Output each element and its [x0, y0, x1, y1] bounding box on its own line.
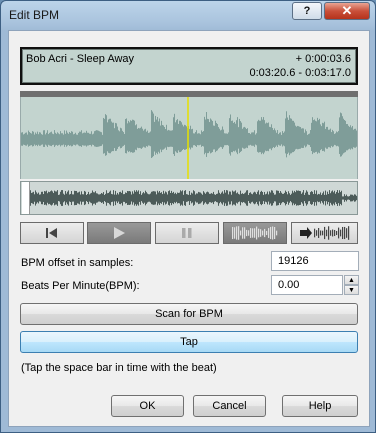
- overview-position-handle[interactable]: [22, 182, 30, 214]
- chevron-down-icon: ▼: [348, 286, 355, 294]
- waveform-graphic: [21, 97, 357, 179]
- edit-bpm-dialog: Edit BPM ? ✕ Bob Acri - Sleep Away + 0:0…: [0, 0, 376, 433]
- bpm-spin-up[interactable]: ▲: [344, 275, 359, 285]
- skip-back-icon: [46, 228, 57, 238]
- waveform-icon: [232, 226, 278, 240]
- help-title-button[interactable]: ?: [292, 2, 322, 20]
- tap-hint: (Tap the space bar in time with the beat…: [21, 362, 217, 374]
- bpm-offset-label: BPM offset in samples:: [21, 257, 134, 269]
- waveform-view[interactable]: [20, 97, 358, 179]
- tap-button[interactable]: Tap: [20, 331, 358, 353]
- dialog-body: Bob Acri - Sleep Away + 0:00:03.6 0:03:2…: [8, 30, 370, 427]
- cancel-button[interactable]: Cancel: [193, 395, 266, 417]
- play-button[interactable]: [87, 222, 151, 244]
- ok-button[interactable]: OK: [111, 395, 184, 417]
- pause-icon: [182, 228, 192, 238]
- window-title: Edit BPM: [9, 8, 60, 22]
- play-icon: [114, 227, 125, 239]
- bpm-label: Beats Per Minute(BPM):: [21, 280, 140, 292]
- time-offset: + 0:00:03.6: [295, 53, 351, 65]
- song-display: Bob Acri - Sleep Away + 0:00:03.6 0:03:2…: [20, 47, 358, 85]
- close-button[interactable]: ✕: [324, 2, 370, 20]
- waveform-loop-icon: [299, 226, 349, 240]
- loop-mode-button[interactable]: [291, 222, 358, 244]
- title-bar[interactable]: Edit BPM ? ✕: [1, 1, 375, 29]
- help-button[interactable]: Help: [282, 395, 358, 417]
- bpm-input[interactable]: 0.00: [271, 275, 343, 295]
- skip-back-button[interactable]: [20, 222, 84, 244]
- pause-button[interactable]: [155, 222, 219, 244]
- bpm-offset-input[interactable]: 19126: [271, 251, 359, 271]
- bpm-spin-down[interactable]: ▼: [344, 285, 359, 295]
- time-range: 0:03:20.6 - 0:03:17.0: [249, 67, 351, 79]
- chevron-up-icon: ▲: [348, 276, 355, 284]
- waveform-mode-button[interactable]: [223, 222, 287, 244]
- waveform-overview[interactable]: [20, 181, 358, 215]
- overview-graphic: [29, 190, 357, 206]
- song-title: Bob Acri - Sleep Away: [26, 53, 135, 65]
- scan-for-bpm-button[interactable]: Scan for BPM: [20, 303, 358, 325]
